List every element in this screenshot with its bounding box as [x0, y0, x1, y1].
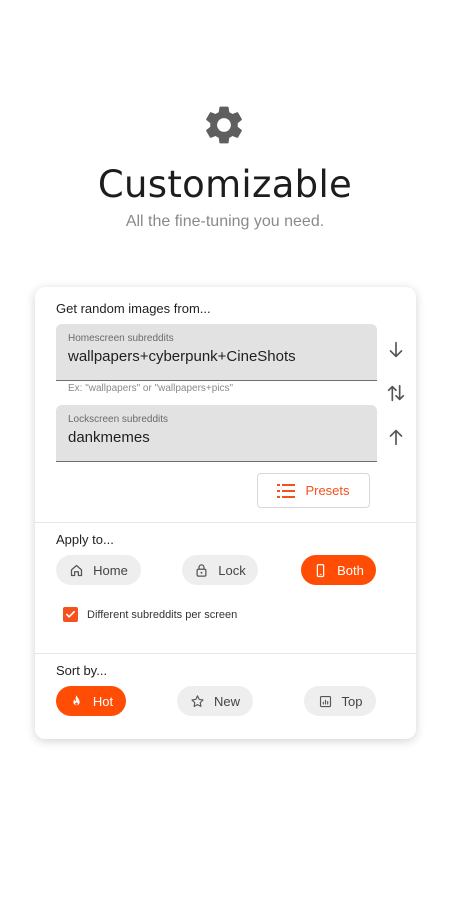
different-subreddits-label: Different subreddits per screen [87, 608, 238, 621]
star-icon [191, 694, 204, 707]
field-helper-text: Ex: "wallpapers" or "wallpapers+pics" [68, 383, 234, 394]
checkmark-icon [66, 610, 75, 618]
lockscreen-field-label: Lockscreen subreddits [68, 414, 169, 425]
divider [35, 653, 416, 654]
sort-top-chip[interactable]: Top [304, 686, 376, 716]
sort-heading: Sort by... [56, 663, 108, 678]
sort-top-label: Top [341, 693, 363, 709]
swap-icon[interactable] [385, 382, 407, 404]
homescreen-subreddits-field[interactable]: Homescreen subreddits wallpapers+cyberpu… [56, 324, 377, 381]
arrow-down-icon[interactable] [385, 339, 407, 361]
different-subreddits-checkbox[interactable] [63, 607, 78, 622]
gear-icon [206, 106, 242, 144]
homescreen-field-value[interactable]: wallpapers+cyberpunk+CineShots [68, 348, 296, 365]
arrow-up-icon[interactable] [385, 426, 407, 448]
list-icon [277, 483, 296, 498]
apply-heading: Apply to... [56, 532, 114, 547]
presets-button[interactable]: Presets [257, 473, 370, 508]
lockscreen-field-value[interactable]: dankmemes [68, 429, 150, 446]
apply-home-label: Home [93, 562, 128, 578]
apply-home-chip[interactable]: Home [56, 555, 141, 585]
apply-lock-chip[interactable]: Lock [182, 555, 258, 585]
settings-card: Get random images from... Homescreen sub… [35, 287, 416, 739]
home-icon [71, 564, 83, 576]
homescreen-field-label: Homescreen subreddits [68, 333, 174, 344]
page-subtitle: All the fine-tuning you need. [125, 213, 325, 230]
apply-both-chip[interactable]: Both [301, 555, 376, 585]
lock-icon [196, 563, 207, 577]
source-heading: Get random images from... [56, 301, 211, 316]
divider [35, 522, 416, 523]
sort-hot-label: Hot [92, 693, 114, 709]
sort-new-label: New [213, 693, 240, 709]
sort-hot-chip[interactable]: Hot [56, 686, 126, 716]
presets-label: Presets [305, 483, 350, 498]
sort-new-chip[interactable]: New [177, 686, 253, 716]
lockscreen-subreddits-field[interactable]: Lockscreen subreddits dankmemes [56, 405, 377, 462]
different-subreddits-option[interactable]: Different subreddits per screen [63, 607, 237, 622]
page-title: Customizable [97, 163, 353, 206]
flame-icon [73, 694, 80, 705]
chart-icon [319, 695, 331, 707]
apply-both-label: Both [337, 562, 364, 578]
phone-icon [316, 563, 325, 577]
apply-lock-label: Lock [218, 562, 246, 578]
